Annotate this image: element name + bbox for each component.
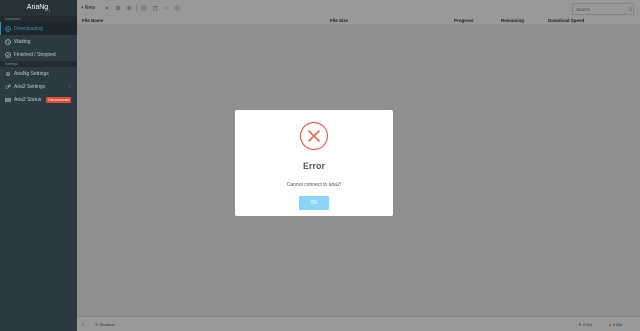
app-logo[interactable]: AriaNg↓ xyxy=(0,0,77,16)
gear-icon xyxy=(5,71,11,77)
sidebar-item-waiting[interactable]: Waiting xyxy=(0,35,77,48)
dialog-message: Cannot connect to aria2! xyxy=(286,182,342,188)
sidebar-item-aria2-settings[interactable]: Aria2 Settings ‹ xyxy=(0,80,77,93)
check-circle-icon xyxy=(5,51,11,58)
sidebar-item-downloading[interactable]: Downloading xyxy=(0,22,77,35)
ok-button[interactable]: OK xyxy=(299,196,329,210)
circle-arrow-down-icon xyxy=(5,25,11,32)
sidebar-item-label: AriaNg Settings xyxy=(14,70,49,77)
error-dialog: Error Cannot connect to aria2! OK xyxy=(235,110,393,216)
error-x-icon xyxy=(299,121,329,151)
sidebar-item-label: Aria2 Settings xyxy=(14,83,46,90)
sidebar-item-label: Downloading xyxy=(14,25,43,32)
server-icon xyxy=(5,97,11,103)
clock-icon xyxy=(5,38,11,45)
sidebar-item-label: Finished / Stopped xyxy=(14,51,56,58)
sidebar-item-finished[interactable]: Finished / Stopped xyxy=(0,48,77,61)
chevron-left-icon: ‹ xyxy=(68,84,70,89)
sidebar-item-label: Aria2 Status xyxy=(14,96,42,103)
brand-name: AriaNg xyxy=(26,4,49,11)
sidebar-item-ariang-settings[interactable]: AriaNg Settings xyxy=(0,67,77,80)
status-badge: Disconnected xyxy=(46,96,72,103)
gears-icon xyxy=(5,84,11,90)
brand-sub: ↓ xyxy=(48,7,51,13)
sidebar-item-label: Waiting xyxy=(14,38,31,45)
dialog-title: Error xyxy=(302,161,325,171)
sidebar-item-aria2-status[interactable]: Aria2 Status Disconnected xyxy=(0,93,77,106)
sidebar: AriaNg↓ Download Downloading Waiting Fin… xyxy=(0,0,77,331)
